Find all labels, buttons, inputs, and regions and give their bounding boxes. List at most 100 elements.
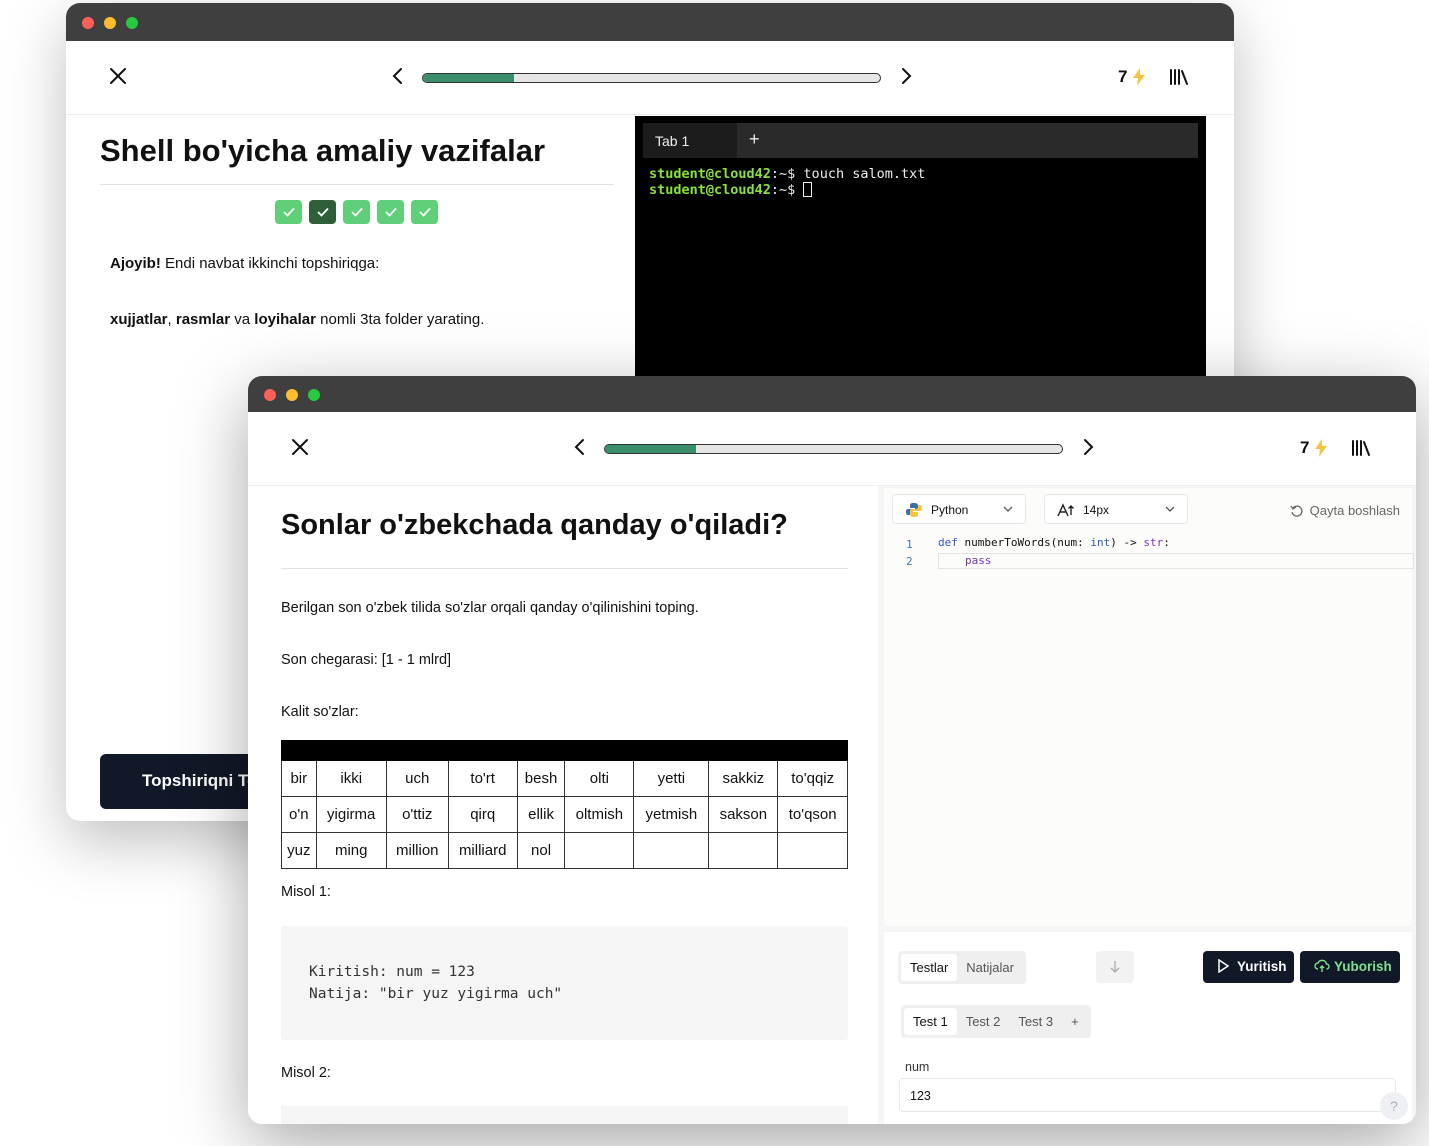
submit-button[interactable]: Yuborish: [1300, 951, 1400, 983]
terminal-tab[interactable]: Tab 1: [643, 123, 737, 158]
divider: [281, 568, 848, 569]
lesson-topbar: 7: [248, 412, 1416, 486]
chevron-left-icon[interactable]: [388, 66, 408, 86]
keywords-table: bir ikki uch to'rt besh olti yetti sakkiz to'qqi…: [281, 740, 848, 869]
step-3[interactable]: [343, 200, 370, 224]
task-intro: Ajoyib! Endi navbat ikkinchi topshiriqga…: [110, 255, 379, 272]
maximize-window-dot[interactable]: [308, 389, 320, 401]
param-input[interactable]: 123: [899, 1078, 1396, 1112]
font-size-select[interactable]: 14px: [1044, 494, 1188, 524]
task-steps: [275, 200, 438, 224]
table-cell: million: [385, 832, 449, 869]
code-token: pass: [965, 554, 992, 567]
energy-score: 7: [1300, 438, 1310, 457]
run-button[interactable]: Yuritish: [1203, 951, 1294, 983]
problem-title: Sonlar o'zbekchada qanday o'qiladi?: [281, 509, 788, 541]
line-number: 1: [906, 538, 913, 551]
font-size-label: 14px: [1083, 503, 1110, 517]
step-5[interactable]: [411, 200, 438, 224]
line-numbers: 1 2: [906, 536, 913, 570]
tab-test-2[interactable]: Test 2: [957, 1008, 1010, 1035]
lesson-topbar: 7: [66, 41, 1234, 115]
tab-test-3[interactable]: Test 3: [1009, 1008, 1062, 1035]
line-number: 2: [906, 555, 913, 568]
terminal[interactable]: Tab 1 + student@cloud42:~$ touch salom.t…: [635, 116, 1206, 416]
prompt-command: :~$ touch salom.txt: [770, 166, 926, 182]
table-cell: yuz: [281, 832, 317, 869]
progress-fill: [423, 74, 515, 82]
step-4[interactable]: [377, 200, 404, 224]
table-cell: yetmish: [633, 796, 710, 833]
run-label: Yuritish: [1237, 959, 1287, 974]
table-cell: ming: [315, 832, 387, 869]
prompt-user: student@cloud42: [649, 166, 771, 182]
chevron-down-icon: [1003, 506, 1013, 512]
table-row: o'n yigirma o'ttiz qirq ellik oltmish yetmish s…: [281, 796, 848, 833]
chevron-right-icon[interactable]: [896, 66, 916, 86]
close-icon[interactable]: [108, 66, 128, 86]
text: va: [230, 311, 255, 328]
prompt-command: :~$: [770, 182, 804, 198]
help-button[interactable]: ?: [1380, 1092, 1408, 1120]
step-1[interactable]: [275, 200, 302, 224]
table-cell: ellik: [516, 796, 566, 833]
prompt-user: student@cloud42: [649, 182, 771, 198]
table-cell: yetti: [633, 760, 710, 797]
param-label: num: [905, 1060, 930, 1074]
lightning-icon: [1315, 439, 1327, 457]
reset-code-button[interactable]: Qayta boshlash: [1290, 503, 1400, 518]
close-icon[interactable]: [290, 437, 310, 457]
language-select[interactable]: Python: [892, 494, 1026, 524]
table-cell: [564, 832, 635, 869]
intro-bold: Ajoyib!: [110, 255, 161, 272]
test-panel: Testlar Natijalar Yuritish Yuborish Test…: [884, 932, 1412, 1124]
play-icon: [1218, 959, 1229, 973]
add-test-button[interactable]: +: [1062, 1008, 1088, 1035]
close-window-dot[interactable]: [264, 389, 276, 401]
lesson-progress-bar: [604, 444, 1063, 454]
step-2[interactable]: [309, 200, 336, 224]
table-cell: to'qson: [777, 796, 848, 833]
minimize-window-dot[interactable]: [104, 17, 116, 29]
problem-text: Berilgan son o'zbek tilida so'zlar orqal…: [281, 600, 699, 616]
code-token: int: [1090, 536, 1111, 549]
code-token: str: [1143, 536, 1164, 549]
add-tab-button[interactable]: +: [749, 129, 760, 150]
table-cell: qirq: [447, 796, 518, 833]
table-cell: [633, 832, 710, 869]
chevron-right-icon[interactable]: [1078, 437, 1098, 457]
table-cell: nol: [516, 832, 566, 869]
example-input: Kiritish: num = 123: [309, 964, 475, 980]
panel-tabs: Testlar Natijalar: [898, 951, 1026, 984]
reset-icon: [1290, 505, 1303, 517]
tab-test-1[interactable]: Test 1: [904, 1008, 957, 1035]
window-titlebar: [66, 3, 1234, 41]
collapse-panel-button[interactable]: [1096, 951, 1134, 983]
table-cell: besh: [516, 760, 566, 797]
library-icon[interactable]: [1169, 68, 1189, 86]
divider: [100, 184, 614, 185]
check-icon: [316, 207, 329, 217]
check-icon: [350, 207, 363, 217]
table-cell: milliard: [447, 832, 518, 869]
maximize-window-dot[interactable]: [126, 17, 138, 29]
chevron-left-icon[interactable]: [570, 437, 590, 457]
table-cell: ikki: [315, 760, 387, 797]
minimize-window-dot[interactable]: [286, 389, 298, 401]
table-cell: uch: [385, 760, 449, 797]
language-label: Python: [931, 503, 969, 517]
library-icon[interactable]: [1351, 439, 1371, 457]
close-window-dot[interactable]: [82, 17, 94, 29]
intro-text: Endi navbat ikkinchi topshiriqga:: [160, 255, 380, 272]
tab-results[interactable]: Natijalar: [957, 954, 1023, 981]
terminal-tabbar: Tab 1 +: [643, 123, 1198, 158]
task-title: Shell bo'yicha amaliy vazifalar: [100, 133, 546, 168]
table-cell: to'rt: [447, 760, 518, 797]
code-line-2: pass: [938, 553, 1414, 569]
problem-range: Son chegarasi: [1 - 1 mlrd]: [281, 652, 452, 668]
example-1-code: Kiritish: num = 123 Natija: "bir yuz yig…: [281, 926, 848, 1040]
code-editor[interactable]: Python 14px Qayta boshlash 1 2 def numbe…: [884, 488, 1414, 926]
tab-tests[interactable]: Testlar: [901, 954, 958, 981]
example-2-label: Misol 2:: [281, 1065, 331, 1081]
table-header: [281, 740, 848, 761]
